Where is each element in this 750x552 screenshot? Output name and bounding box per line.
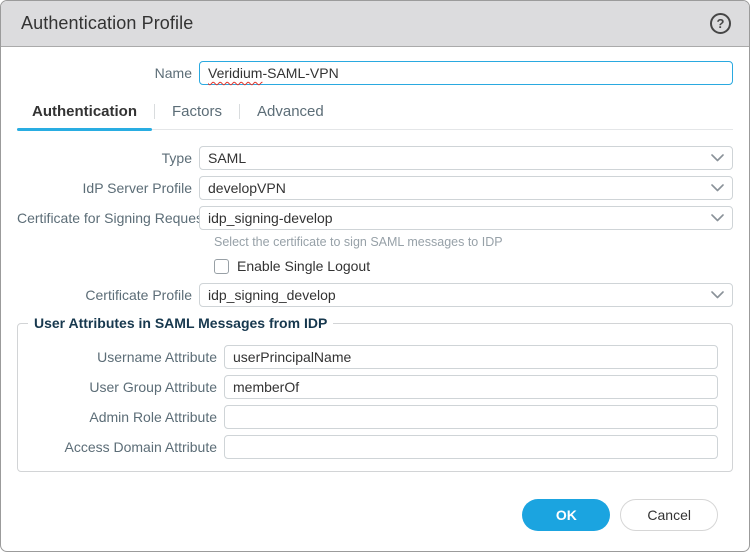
authentication-profile-dialog: Authentication Profile ? Name Veridium-S… [0, 0, 750, 552]
type-value: SAML [208, 150, 246, 166]
name-value-rest: -SAML-VPN [262, 65, 338, 81]
name-input[interactable]: Veridium-SAML-VPN [199, 61, 733, 85]
admin-role-attribute-input[interactable] [224, 405, 718, 429]
ok-button[interactable]: OK [522, 499, 610, 531]
type-label: Type [17, 150, 199, 166]
chevron-down-icon [711, 214, 724, 222]
cert-signing-label: Certificate for Signing Requests [17, 210, 199, 226]
name-value-misspelled: Veridium [208, 65, 262, 81]
username-attribute-label: Username Attribute [26, 349, 224, 365]
access-domain-attribute-row: Access Domain Attribute [26, 435, 718, 459]
access-domain-attribute-label: Access Domain Attribute [26, 439, 224, 455]
idp-server-profile-row: IdP Server Profile developVPN [17, 176, 733, 200]
cancel-button[interactable]: Cancel [620, 499, 718, 531]
cert-signing-help-text: Select the certificate to sign SAML mess… [214, 235, 733, 249]
certificate-profile-row: Certificate Profile idp_signing_develop [17, 283, 733, 307]
name-row: Name Veridium-SAML-VPN [17, 61, 733, 85]
tab-advanced[interactable]: Advanced [242, 97, 339, 129]
user-group-attribute-input[interactable] [224, 375, 718, 399]
single-logout-checkbox[interactable] [214, 259, 229, 274]
access-domain-attribute-input[interactable] [224, 435, 718, 459]
username-attribute-row: Username Attribute [26, 345, 718, 369]
question-mark-glyph: ? [717, 16, 725, 31]
dialog-footer: OK Cancel [17, 499, 733, 551]
tab-factors[interactable]: Factors [157, 97, 237, 129]
help-icon[interactable]: ? [710, 13, 731, 34]
name-label: Name [17, 65, 199, 81]
admin-role-attribute-row: Admin Role Attribute [26, 405, 718, 429]
admin-role-attribute-label: Admin Role Attribute [26, 409, 224, 425]
type-row: Type SAML [17, 146, 733, 170]
user-attributes-legend: User Attributes in SAML Messages from ID… [28, 315, 333, 331]
tab-bar: Authentication Factors Advanced [17, 97, 733, 130]
tab-authentication[interactable]: Authentication [17, 97, 152, 129]
cert-signing-row: Certificate for Signing Requests idp_sig… [17, 206, 733, 230]
certificate-profile-label: Certificate Profile [17, 287, 199, 303]
chevron-down-icon [711, 291, 724, 299]
single-logout-row: Enable Single Logout [214, 258, 733, 274]
dialog-body: Name Veridium-SAML-VPN Authentication Fa… [1, 47, 749, 551]
user-attributes-group: User Attributes in SAML Messages from ID… [17, 323, 733, 472]
certificate-profile-select[interactable]: idp_signing_develop [199, 283, 733, 307]
cert-signing-value: idp_signing-develop [208, 210, 333, 226]
tab-divider [239, 104, 240, 119]
idp-server-profile-value: developVPN [208, 180, 286, 196]
cert-signing-select[interactable]: idp_signing-develop [199, 206, 733, 230]
single-logout-label[interactable]: Enable Single Logout [237, 258, 370, 274]
certificate-profile-value: idp_signing_develop [208, 287, 336, 303]
dialog-header: Authentication Profile ? [1, 1, 749, 47]
dialog-title: Authentication Profile [21, 13, 193, 34]
idp-server-profile-label: IdP Server Profile [17, 180, 199, 196]
tab-divider [154, 104, 155, 119]
user-group-attribute-row: User Group Attribute [26, 375, 718, 399]
username-attribute-input[interactable] [224, 345, 718, 369]
chevron-down-icon [711, 184, 724, 192]
chevron-down-icon [711, 154, 724, 162]
type-select[interactable]: SAML [199, 146, 733, 170]
idp-server-profile-select[interactable]: developVPN [199, 176, 733, 200]
user-group-attribute-label: User Group Attribute [26, 379, 224, 395]
